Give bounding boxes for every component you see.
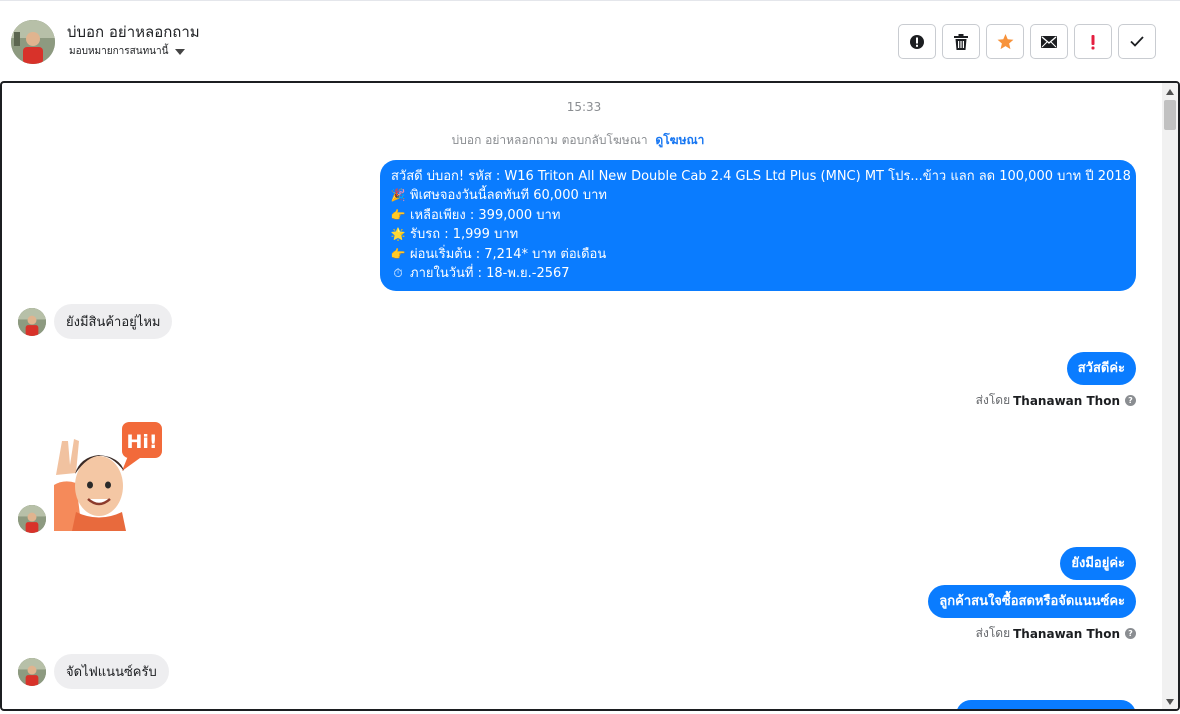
pointing-hand-icon: 👉 — [390, 246, 406, 261]
delete-button[interactable] — [942, 24, 980, 59]
assign-label: มอบหมายการสนทนานี้ — [69, 46, 169, 57]
exclamation-icon — [1091, 34, 1095, 49]
thread-scrollbar[interactable] — [1162, 83, 1178, 709]
party-popper-icon: 🎉 — [390, 188, 406, 203]
mail-icon — [1041, 35, 1057, 48]
outgoing-message-partial — [956, 700, 1136, 709]
stopwatch-icon: ⏱ — [393, 266, 403, 281]
sent-by-label: ส่งโดย Thanawan Thon ? — [976, 624, 1136, 643]
message-thread[interactable]: 15:33 บ่บอก อย่าหลอกถาม ตอบกลับโฆษณา ดูโ… — [0, 81, 1180, 711]
ad-line: 👉 เหลือเพียง : 399,000 บาท — [390, 207, 561, 223]
star-button[interactable] — [986, 24, 1024, 59]
scroll-down-icon[interactable] — [1166, 699, 1174, 705]
view-ad-link[interactable]: ดูโฆษณา — [655, 133, 704, 147]
chevron-down-icon — [175, 48, 186, 55]
outgoing-message: สวัสดีค่ะ — [1066, 352, 1136, 386]
trash-icon — [954, 33, 968, 50]
contact-avatar-small — [18, 505, 46, 533]
assign-conversation-dropdown[interactable]: มอบหมายการสนทนานี้ — [69, 44, 186, 59]
conversation-header: บ่บอก อย่าหลอกถาม มอบหมายการสนทนานี้ — [0, 0, 1180, 80]
alert-circle-icon — [910, 34, 924, 49]
ad-line: 👉 ผ่อนเริ่มต้น : 7,214* บาท ต่อเดือน — [390, 246, 607, 262]
contact-name: บ่บอก อย่าหลอกถาม — [67, 23, 200, 41]
ad-reply-text: บ่บอก อย่าหลอกถาม ตอบกลับโฆษณา — [451, 133, 648, 147]
mark-unread-button[interactable] — [1030, 24, 1068, 59]
sticker-text: Hi! — [126, 431, 157, 453]
contact-avatar-small — [18, 658, 46, 686]
ad-reply-notice: บ่บอก อย่าหลอกถาม ตอบกลับโฆษณา ดูโฆษณา — [2, 131, 1154, 150]
sparkle-star-icon: 🌟 — [390, 227, 406, 242]
mark-done-button[interactable] — [1118, 24, 1156, 59]
ad-line: 🎉 พิเศษจองวันนี้ลดทันที 60,000 บาท — [390, 188, 607, 204]
follow-up-button[interactable] — [1074, 24, 1112, 59]
ad-line: 🌟 รับรถ : 1,999 บาท — [390, 227, 519, 243]
scroll-up-icon[interactable] — [1166, 89, 1174, 95]
sent-by-label: ส่งโดย Thanawan Thon ? — [976, 391, 1136, 410]
help-icon[interactable]: ? — [1125, 628, 1136, 639]
conversation-toolbar — [898, 24, 1156, 59]
ad-line: สวัสดี บ่บอก! รหัส : W16 Triton All New … — [391, 169, 1131, 184]
star-icon — [997, 33, 1013, 49]
outgoing-message: ลูกค้าสนใจซื้อสดหรือจัดแนนซ์คะ — [928, 585, 1136, 619]
sender-name: Thanawan Thon — [1013, 393, 1120, 408]
mark-spam-button[interactable] — [898, 24, 936, 59]
incoming-message: จัดไฟแนนซ์ครับ — [54, 654, 169, 689]
outgoing-message: ยังมีอยู่ค่ะ — [1060, 547, 1136, 581]
ad-line: ⏱ ภายในวันที่ : 18-พ.ย.-2567 — [391, 264, 1125, 283]
contact-avatar-small — [18, 308, 46, 336]
message-timestamp: 15:33 — [566, 100, 602, 114]
pointing-hand-icon: 👉 — [390, 207, 406, 222]
contact-avatar[interactable] — [11, 20, 55, 64]
incoming-message: ยังมีสินค้าอยู่ไหม — [54, 304, 173, 339]
hi-sticker: Hi! — [54, 419, 164, 531]
sender-name: Thanawan Thon — [1013, 626, 1120, 641]
help-icon[interactable]: ? — [1125, 395, 1136, 406]
check-icon — [1130, 36, 1144, 47]
ad-message-bubble: สวัสดี บ่บอก! รหัส : W16 Triton All New … — [380, 160, 1136, 291]
